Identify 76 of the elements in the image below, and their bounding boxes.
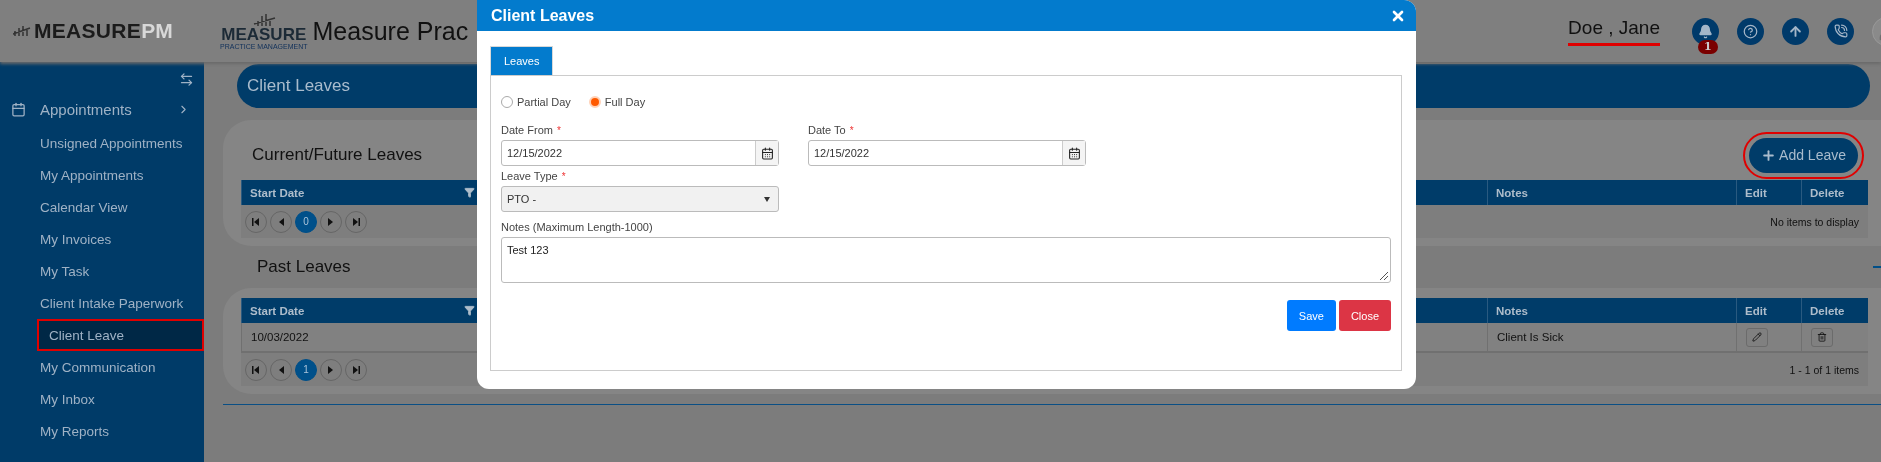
calendar-icon (11, 102, 26, 117)
sidebar-item[interactable]: My Reports (0, 415, 204, 447)
logo-word: MEASURE (221, 26, 307, 43)
sidebar-item[interactable]: My Communication (0, 351, 204, 383)
calendar-button[interactable] (755, 141, 778, 165)
brand-name: MEASURE (34, 19, 142, 43)
sidebar-toggle-icon[interactable] (179, 71, 194, 87)
radio-button[interactable] (588, 96, 601, 108)
sidebar-item[interactable]: My Appointments (0, 159, 204, 191)
required-mark: * (556, 124, 561, 136)
leave-type-select[interactable]: PTO - (501, 186, 779, 212)
calendar-icon (760, 146, 774, 160)
tab[interactable]: Leaves (490, 46, 554, 75)
sidebar-item[interactable]: Unsigned Appointments (0, 127, 204, 159)
page-number-button[interactable]: 0 (295, 210, 317, 233)
delete-button[interactable] (1811, 327, 1833, 347)
date-field[interactable]: 12/15/2022 (501, 140, 779, 166)
page-number-button[interactable]: 1 (295, 358, 317, 381)
sidebar-item[interactable]: Client Leave (37, 319, 204, 351)
table-cell: Client Is Sick (1487, 323, 1736, 353)
column-header: Edit (1736, 298, 1801, 323)
plus-icon (1761, 147, 1777, 163)
column-header: Notes (1487, 298, 1736, 323)
sidebar-item[interactable]: My Task (0, 255, 204, 287)
edit-button[interactable] (1746, 327, 1768, 347)
save-button[interactable]: Save (1286, 300, 1336, 331)
app-title: Measure Prac (312, 16, 469, 46)
sidebar-item[interactable]: My Invoices (0, 223, 204, 255)
page-title: Client Leaves (247, 76, 350, 96)
close-button[interactable]: Close (1338, 300, 1391, 331)
arrow-up-icon (1788, 23, 1803, 39)
last-page-icon (350, 215, 362, 228)
required-mark: * (849, 124, 854, 136)
radio-label: Partial Day (517, 96, 571, 108)
user-name[interactable]: Doe , Jane (1568, 16, 1660, 46)
help-button[interactable] (1737, 17, 1764, 45)
trash-icon (1817, 332, 1827, 342)
field-label: Leave Type (501, 170, 558, 182)
first-page-icon (250, 363, 262, 376)
radio-label: Full Day (604, 96, 646, 108)
pager-summary: 1 - 1 of 1 items (1789, 363, 1859, 376)
calendar-button[interactable] (1062, 141, 1085, 165)
section-heading: Current/Future Leaves (252, 145, 423, 165)
calendar-icon (1067, 146, 1081, 160)
bell-icon (1698, 23, 1713, 39)
filter-icon[interactable] (464, 187, 475, 198)
phone-button[interactable] (1827, 17, 1854, 45)
brand-suffix: PM (141, 19, 173, 43)
required-mark: * (561, 170, 566, 182)
pencil-icon (1752, 332, 1762, 342)
column-header: Delete (1801, 180, 1868, 205)
field-label: Notes (Maximum Length-1000) (501, 221, 653, 233)
radio-button[interactable] (501, 96, 513, 108)
logo-icon (13, 25, 31, 37)
sidebar-item[interactable]: Calendar View (0, 191, 204, 223)
pager-summary: No items to display (1770, 215, 1859, 228)
column-header: Notes (1487, 180, 1736, 205)
last-page-icon (350, 363, 362, 376)
sidebar-item[interactable]: Client Intake Paperwork (0, 287, 204, 319)
date-field[interactable]: 12/15/2022 (808, 140, 1086, 166)
column-header: Delete (1801, 298, 1868, 323)
help-icon (1743, 23, 1758, 39)
phone-icon (1833, 24, 1848, 38)
field-label: Date From (501, 124, 553, 136)
column-title: Start Date (250, 304, 305, 317)
notes-field[interactable]: Test 123 (501, 237, 1391, 283)
section-heading: Past Leaves (257, 257, 351, 277)
first-page-icon (250, 215, 262, 228)
sidebar-section[interactable]: Appointments (0, 92, 204, 127)
modal-title: Client Leaves (491, 6, 595, 25)
upload-button[interactable] (1782, 17, 1809, 45)
filter-icon[interactable] (464, 305, 475, 316)
column-title: Start Date (250, 186, 305, 199)
column-header: Edit (1736, 180, 1801, 205)
sidebar-item[interactable]: My Inbox (0, 383, 204, 415)
field-label: Date To (808, 124, 846, 136)
